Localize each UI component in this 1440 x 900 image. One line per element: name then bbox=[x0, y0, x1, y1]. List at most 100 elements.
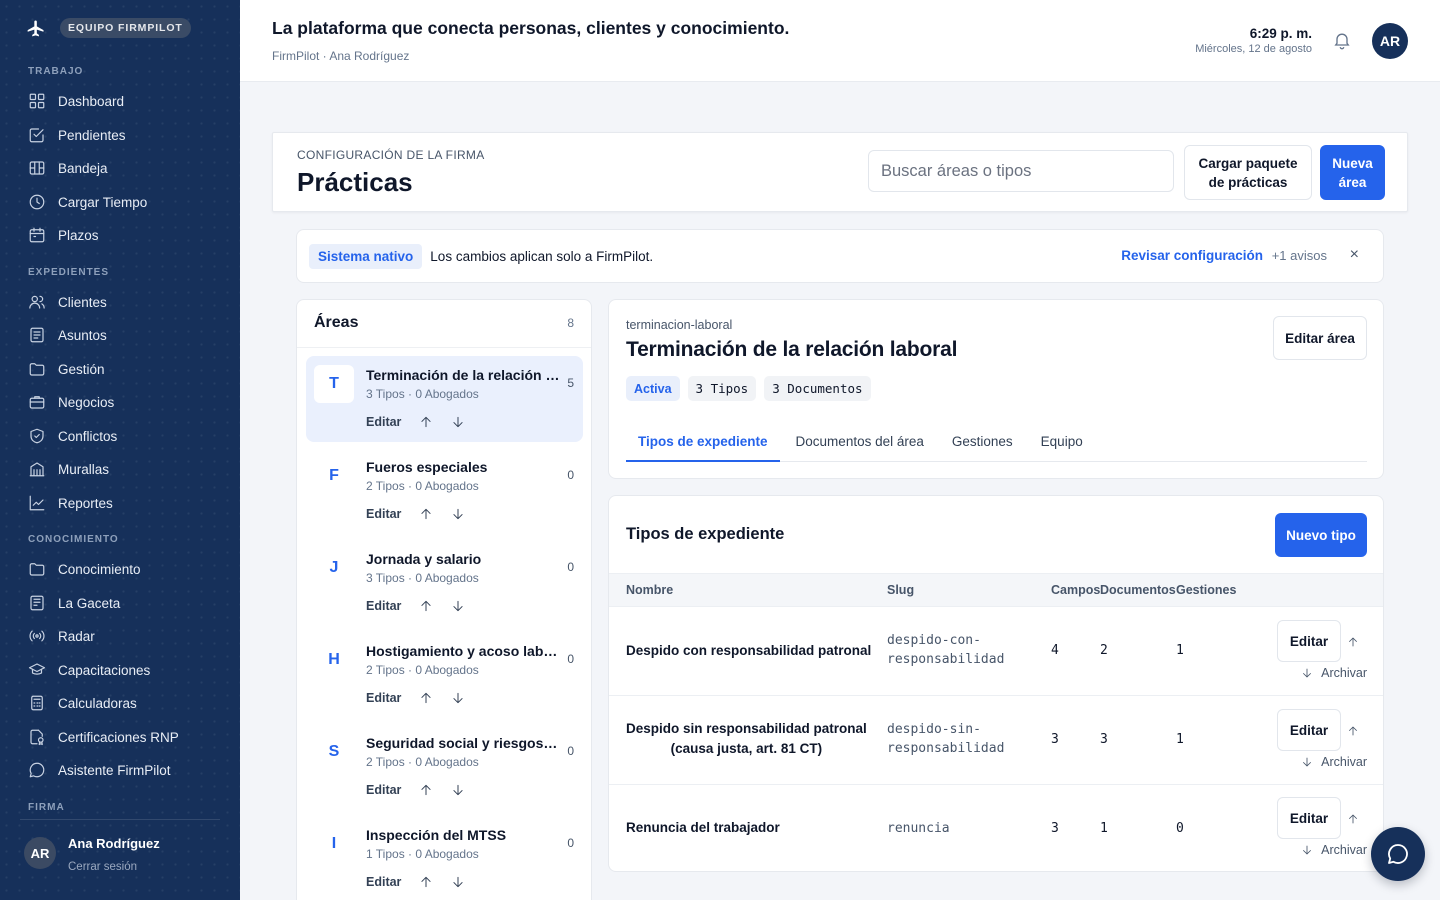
nav-la-gaceta[interactable]: La Gaceta bbox=[28, 593, 120, 613]
move-up-button[interactable] bbox=[1347, 724, 1359, 736]
arrow-up-icon bbox=[421, 876, 432, 888]
banner-text: Los cambios aplican solo a FirmPilot. bbox=[430, 248, 654, 264]
area-initial: H bbox=[328, 651, 340, 668]
archive-button[interactable]: Archivar bbox=[1301, 666, 1367, 680]
tab-gestiones[interactable]: Gestiones bbox=[940, 422, 1025, 460]
move-up-button[interactable] bbox=[1347, 635, 1359, 647]
status-badge: Activa bbox=[626, 376, 680, 401]
sidebar-divider bbox=[20, 819, 220, 820]
nav-capacitaciones[interactable]: Capacitaciones bbox=[28, 660, 150, 680]
area-meta: 1 Tipos · 0 Abogados bbox=[366, 847, 479, 861]
move-down-button[interactable] bbox=[451, 875, 465, 889]
area-item[interactable]: J Jornada y salario 3 Tipos · 0 Abogados… bbox=[306, 540, 583, 626]
move-up-button[interactable] bbox=[419, 507, 433, 521]
area-edit-button[interactable]: Editar bbox=[366, 783, 401, 797]
area-initial: S bbox=[328, 743, 340, 760]
edit-type-button[interactable]: Editar bbox=[1277, 620, 1341, 662]
area-edit-button[interactable]: Editar bbox=[366, 507, 401, 521]
nav-clientes[interactable]: Clientes bbox=[28, 292, 107, 312]
move-down-button[interactable] bbox=[451, 783, 465, 797]
edit-type-button[interactable]: Editar bbox=[1277, 709, 1341, 751]
section-label-expedientes: EXPEDIENTES bbox=[28, 267, 110, 278]
area-item[interactable]: I Inspección del MTSS 1 Tipos · 0 Abogad… bbox=[306, 816, 583, 900]
column-header: Campos bbox=[1051, 583, 1101, 597]
nav-conocimiento[interactable]: Conocimiento bbox=[28, 559, 141, 579]
arrow-down-icon bbox=[1303, 668, 1312, 678]
nav-pendientes[interactable]: Pendientes bbox=[28, 125, 126, 145]
move-up-button[interactable] bbox=[419, 875, 433, 889]
tab-documentos-del-area[interactable]: Documentos del área bbox=[784, 422, 936, 460]
tab-equipo[interactable]: Equipo bbox=[1029, 422, 1095, 460]
move-up-button[interactable] bbox=[1347, 812, 1359, 824]
move-down-button[interactable] bbox=[451, 507, 465, 521]
nav-asistente-firmpilot[interactable]: Asistente FirmPilot bbox=[28, 760, 171, 780]
area-edit-button[interactable]: Editar bbox=[366, 415, 401, 429]
nav-asuntos[interactable]: Asuntos bbox=[28, 325, 107, 345]
move-up-button[interactable] bbox=[419, 691, 433, 705]
brand[interactable]: EQUIPO FIRMPILOT bbox=[26, 18, 191, 38]
area-actions: Editar bbox=[366, 507, 465, 521]
tab-tipos-de-expediente[interactable]: Tipos de expediente bbox=[626, 422, 780, 462]
chat-assistant-button[interactable] bbox=[1371, 827, 1425, 881]
move-up-button[interactable] bbox=[419, 599, 433, 613]
type-tasks: 1 bbox=[1176, 732, 1184, 747]
area-item[interactable]: S Seguridad social y riesgos del trabajo… bbox=[306, 724, 583, 810]
arrow-down-icon bbox=[1303, 757, 1312, 767]
nav-calculadoras[interactable]: Calculadoras bbox=[28, 693, 137, 713]
search-input[interactable] bbox=[868, 150, 1174, 192]
nav-dashboard[interactable]: Dashboard bbox=[28, 91, 124, 111]
type-slug: despido-con- responsabilidad bbox=[887, 633, 1005, 667]
column-header: Nombre bbox=[626, 583, 674, 597]
area-item[interactable]: F Fueros especiales 2 Tipos · 0 Abogados… bbox=[306, 448, 583, 534]
new-type-button[interactable]: Nuevo tipo bbox=[1275, 513, 1367, 557]
area-edit-button[interactable]: Editar bbox=[366, 599, 401, 613]
area-actions: Editar bbox=[366, 691, 465, 705]
move-up-button[interactable] bbox=[419, 415, 433, 429]
logout-link[interactable]: Cerrar sesión bbox=[68, 861, 160, 873]
avatar[interactable]: AR bbox=[24, 837, 56, 869]
section-label-trabajo: TRABAJO bbox=[28, 66, 84, 77]
arrow-down-icon bbox=[453, 784, 464, 796]
nav-radar[interactable]: Radar bbox=[28, 626, 95, 646]
radar-icon bbox=[29, 630, 45, 642]
nav-plazos[interactable]: Plazos bbox=[28, 225, 99, 245]
review-config-link[interactable]: Revisar configuración bbox=[1121, 248, 1263, 263]
nav-conflictos[interactable]: Conflictos bbox=[28, 426, 117, 446]
detail-tabs: Tipos de expediente Documentos del área … bbox=[626, 422, 1367, 462]
move-down-button[interactable] bbox=[451, 599, 465, 613]
area-edit-button[interactable]: Editar bbox=[366, 875, 401, 889]
nav-cargar-tiempo[interactable]: Cargar Tiempo bbox=[28, 192, 147, 212]
nav-murallas[interactable]: Murallas bbox=[28, 459, 109, 479]
close-icon[interactable]: × bbox=[1350, 246, 1359, 264]
notifications-button[interactable] bbox=[1332, 30, 1352, 50]
top-bar: La plataforma que conecta personas, clie… bbox=[240, 0, 1440, 82]
move-down-button[interactable] bbox=[451, 691, 465, 705]
sidebar: EQUIPO FIRMPILOT TRABAJO Dashboard Pendi… bbox=[0, 0, 240, 900]
area-edit-button[interactable]: Editar bbox=[366, 691, 401, 705]
nav-negocios[interactable]: Negocios bbox=[28, 392, 114, 412]
load-package-button[interactable]: Cargar paquete de prácticas bbox=[1184, 145, 1312, 200]
nav-gestion[interactable]: Gestión bbox=[28, 359, 105, 379]
nav-label: Capacitaciones bbox=[58, 662, 151, 678]
arrow-down-icon bbox=[1303, 845, 1312, 855]
nav-reportes[interactable]: Reportes bbox=[28, 493, 113, 513]
new-area-button[interactable]: Nueva área bbox=[1320, 145, 1385, 200]
nav-bandeja[interactable]: Bandeja bbox=[28, 158, 108, 178]
nav-certificaciones-rnp[interactable]: Certificaciones RNP bbox=[28, 727, 179, 747]
move-up-button[interactable] bbox=[419, 783, 433, 797]
chart-line-icon bbox=[29, 495, 45, 511]
edit-area-button[interactable]: Editar área bbox=[1273, 316, 1367, 360]
area-detail-title: Terminación de la relación laboral bbox=[626, 338, 958, 361]
area-meta: 2 Tipos · 0 Abogados bbox=[366, 755, 479, 769]
types-count-chip: 3 Tipos bbox=[687, 376, 757, 401]
area-item[interactable]: T Terminación de la relación laboral 3 T… bbox=[306, 356, 583, 442]
archive-button[interactable]: Archivar bbox=[1301, 755, 1367, 769]
move-down-button[interactable] bbox=[451, 415, 465, 429]
area-item[interactable]: H Hostigamiento y acoso laboral 2 Tipos … bbox=[306, 632, 583, 718]
areas-count: 8 bbox=[567, 316, 574, 330]
archive-label: Archivar bbox=[1321, 666, 1367, 680]
user-avatar[interactable]: AR bbox=[1372, 23, 1408, 59]
archive-button[interactable]: Archivar bbox=[1301, 843, 1367, 857]
documents-count-chip: 3 Documentos bbox=[764, 376, 871, 401]
edit-type-button[interactable]: Editar bbox=[1277, 797, 1341, 839]
